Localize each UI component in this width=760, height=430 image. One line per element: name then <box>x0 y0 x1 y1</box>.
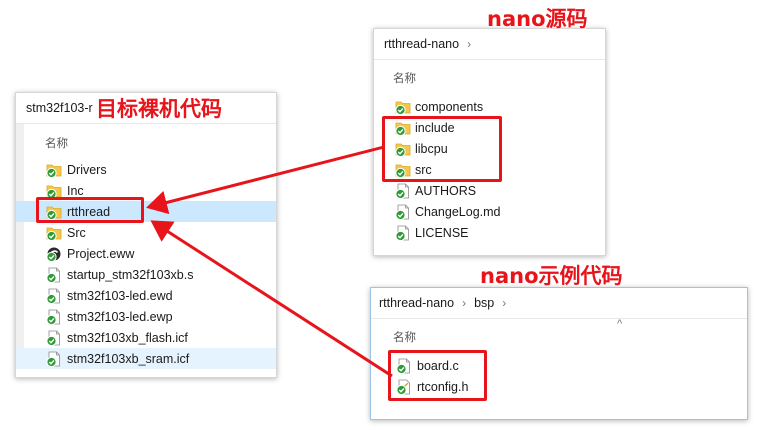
callout-nano-example: nano示例代码 <box>480 264 623 288</box>
arrows-overlay <box>146 145 393 378</box>
arrow-from-nano-example <box>150 220 393 378</box>
callout-target-code: 目标裸机代码 <box>96 97 222 121</box>
arrow-from-nano-source <box>146 145 385 215</box>
callout-nano-source: nano源码 <box>487 7 588 31</box>
